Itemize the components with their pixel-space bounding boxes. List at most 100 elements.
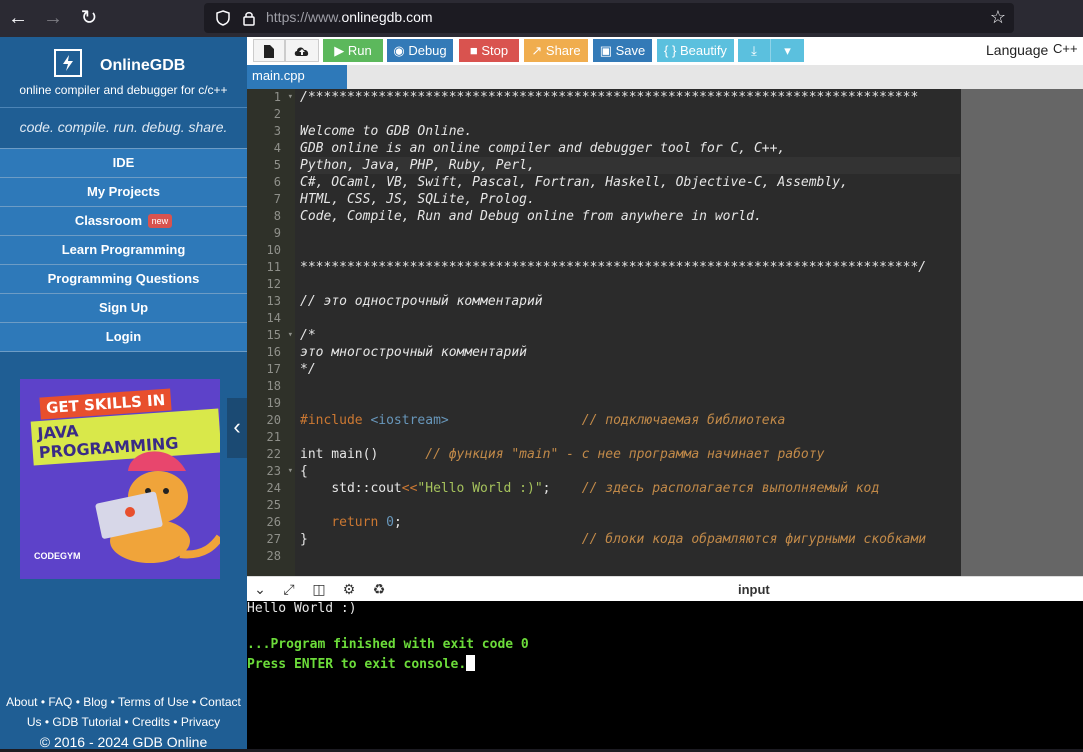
stop-icon: ■ — [469, 43, 478, 58]
expand-icon[interactable]: ⤢ — [280, 581, 298, 597]
console-toolbar: ⌄ ⤢ ◫ ⚙ ♻ input — [247, 576, 1083, 602]
sidebar-menu: IDE My Projects Classroom new Learn Prog… — [0, 148, 247, 352]
code-editor[interactable]: 1 2 3 4 5 6 7 8 9 10 11 12 13 14 15 16 1… — [247, 89, 961, 576]
sidebar-item-programming-questions[interactable]: Programming Questions — [0, 264, 247, 293]
run-button[interactable]: ▶ Run — [323, 39, 383, 62]
line-number: 28 — [266, 549, 281, 563]
brand[interactable]: OnlineGDB online compiler and debugger f… — [0, 37, 247, 107]
console-input-label[interactable]: input — [738, 582, 770, 597]
gear-icon[interactable]: ⚙ — [340, 581, 358, 597]
brand-tagline: online compiler and debugger for c/c++ — [19, 83, 228, 97]
code-line: #include <iostream> // подключаемая библ… — [300, 413, 786, 428]
code-line: /***************************************… — [300, 90, 919, 105]
footer-link-terms[interactable]: Terms of Use — [118, 695, 189, 709]
clear-console-icon[interactable]: ♻ — [370, 581, 388, 597]
press-enter-message: Press ENTER to exit console. — [247, 655, 476, 672]
collapse-sidebar-chevron-icon[interactable]: ‹ — [227, 398, 247, 458]
sidebar-item-learn-programming[interactable]: Learn Programming — [0, 235, 247, 264]
motto: code. compile. run. debug. share. — [0, 107, 247, 148]
bookmark-star-icon[interactable]: ☆ — [990, 7, 1006, 28]
line-number: 16 — [266, 345, 281, 359]
onlinegdb-logo-icon — [54, 49, 82, 77]
debug-button[interactable]: ◉ Debug — [387, 39, 453, 62]
line-number: 19 — [266, 396, 281, 410]
beautify-button[interactable]: { } Beautify — [657, 39, 734, 62]
line-number: 6 — [273, 175, 281, 189]
footer-link-about[interactable]: About — [6, 695, 37, 709]
code-line: GDB online is an online compiler and deb… — [300, 141, 786, 156]
console-cursor — [466, 655, 476, 671]
caret-down-icon: ▾ — [784, 43, 791, 58]
code-line: return 0; — [331, 515, 402, 530]
chevron-down-icon[interactable]: ⌄ — [251, 581, 269, 597]
tab-main-cpp[interactable]: main.cpp — [247, 65, 347, 89]
save-button[interactable]: ▣ Save — [593, 39, 652, 62]
stop-button[interactable]: ■ Stop — [459, 39, 519, 62]
line-number: 17 — [266, 362, 281, 376]
codegym-logo: CODEGYM — [34, 551, 81, 561]
console-output[interactable]: Hello World :) ...Program finished with … — [247, 601, 1083, 749]
address-bar[interactable]: https://www.onlinegdb.com ☆ — [204, 3, 1014, 33]
line-number-gutter: 1 2 3 4 5 6 7 8 9 10 11 12 13 14 15 16 1… — [247, 89, 295, 576]
download-dropdown-button[interactable]: ▾ — [770, 39, 804, 62]
code-line: C#, OCaml, VB, Swift, Pascal, Fortran, H… — [300, 175, 848, 190]
line-number: 11 — [266, 260, 281, 274]
split-view-icon[interactable]: ◫ — [310, 581, 328, 597]
forward-icon[interactable]: → — [41, 6, 65, 30]
footer-link-privacy[interactable]: Privacy — [181, 715, 220, 729]
code-line: } // блоки кода обрамляются фигурными ск… — [300, 532, 927, 547]
console-output-line: Hello World :) — [247, 601, 357, 616]
line-number: 3 — [273, 124, 281, 138]
share-button[interactable]: ↗ Share — [524, 39, 588, 62]
browser-toolbar: ← → ↻ https://www.onlinegdb.com ☆ — [0, 0, 1083, 37]
file-tabs: main.cpp — [247, 65, 1083, 89]
line-number: 10 — [266, 243, 281, 257]
sidebar-item-login[interactable]: Login — [0, 322, 247, 352]
code-line: это многострочный комментарий — [300, 345, 527, 360]
copyright: © 2016 - 2024 GDB Online — [39, 734, 208, 750]
code-line: Welcome to GDB Online. — [300, 124, 473, 139]
download-button[interactable]: ⤓ — [738, 39, 770, 62]
play-icon: ▶ — [334, 43, 345, 58]
sidebar-item-ide[interactable]: IDE — [0, 148, 247, 177]
url-text: https://www.onlinegdb.com — [266, 9, 433, 25]
line-number: 7 — [273, 192, 281, 206]
line-number: 8 — [273, 209, 281, 223]
new-badge: new — [147, 214, 173, 228]
sidebar: OnlineGDB online compiler and debugger f… — [0, 37, 247, 752]
sidebar-item-sign-up[interactable]: Sign Up — [0, 293, 247, 322]
code-line: HTML, CSS, JS, SQLite, Prolog. — [300, 192, 535, 207]
footer-link-credits[interactable]: Credits — [132, 715, 170, 729]
brand-name: OnlineGDB — [100, 57, 186, 74]
line-number: 13 — [266, 294, 281, 308]
code-lines: /* **************************************… — [300, 89, 960, 565]
advertisement-banner[interactable]: GET SKILLS IN JAVA PROGRAMMING CODEGYM — [20, 379, 220, 579]
footer-link-tutorial[interactable]: GDB Tutorial — [52, 715, 121, 729]
line-number: 22 — [266, 447, 281, 461]
footer: About • FAQ • Blog • Terms of Use • Cont… — [0, 692, 247, 752]
line-number: 9 — [273, 226, 281, 240]
code-line: Python, Java, PHP, Ruby, Perl, — [300, 157, 960, 174]
language-select[interactable]: C++ — [1053, 41, 1083, 63]
line-number: 2 — [273, 107, 281, 121]
reload-icon[interactable]: ↻ — [77, 6, 101, 30]
line-number: 27 — [266, 532, 281, 546]
upload-button[interactable] — [285, 39, 319, 62]
sidebar-item-my-projects[interactable]: My Projects — [0, 177, 247, 206]
new-file-button[interactable] — [253, 39, 285, 62]
line-number: 24 — [266, 481, 281, 495]
line-number: 18 — [266, 379, 281, 393]
sidebar-item-classroom[interactable]: Classroom new — [0, 206, 247, 235]
line-number: 15 — [247, 327, 295, 344]
lock-icon — [243, 12, 255, 26]
back-icon[interactable]: ← — [6, 6, 30, 30]
language-label: Language — [986, 42, 1049, 58]
footer-link-faq[interactable]: FAQ — [48, 695, 72, 709]
footer-link-blog[interactable]: Blog — [83, 695, 107, 709]
code-line: ****************************************… — [300, 260, 927, 275]
